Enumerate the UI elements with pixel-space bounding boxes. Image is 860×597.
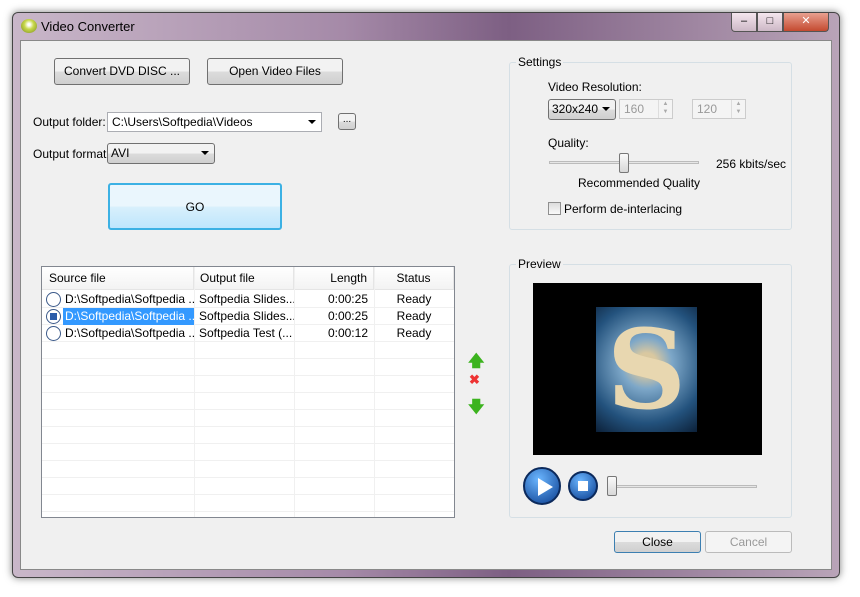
cell-length: 0:00:25 xyxy=(327,309,368,323)
spin-arrows-icon[interactable]: ▲ ▼ xyxy=(731,100,745,118)
cell-source: D:\Softpedia\Softpedia ... xyxy=(63,308,194,325)
play-icon xyxy=(538,478,553,496)
move-down-icon[interactable]: 🡇 xyxy=(468,396,484,423)
cell-output: Softpedia Slides... xyxy=(199,309,294,323)
cell-status: Ready xyxy=(396,326,432,340)
cell-output: Softpedia Slides... xyxy=(199,292,294,306)
cell-status: Ready xyxy=(396,309,432,323)
table-row[interactable] xyxy=(42,342,454,359)
window-title: Video Converter xyxy=(41,19,135,34)
table-row[interactable] xyxy=(42,444,454,461)
settings-title: Settings xyxy=(516,55,564,69)
column-status[interactable]: Status xyxy=(374,267,454,290)
chevron-down-icon xyxy=(201,151,209,155)
height-spinner[interactable]: 120 ▲ ▼ xyxy=(692,99,746,119)
deinterlace-checkbox[interactable] xyxy=(548,202,561,215)
row-radio[interactable] xyxy=(46,309,61,324)
preview-title: Preview xyxy=(516,257,563,271)
output-format-value: AVI xyxy=(111,146,130,160)
cell-length: 0:00:12 xyxy=(327,326,368,340)
table-row[interactable] xyxy=(42,393,454,410)
output-format-select[interactable]: AVI xyxy=(107,143,215,164)
cell-status: Ready xyxy=(396,292,432,306)
close-window-button[interactable]: ✕ xyxy=(783,13,829,32)
deinterlace-label: Perform de-interlacing xyxy=(564,202,683,216)
quality-label: Quality: xyxy=(548,136,589,150)
preview-screen: S xyxy=(533,283,762,455)
column-output-file[interactable]: Output file xyxy=(194,267,294,290)
table-row[interactable] xyxy=(42,359,454,376)
stop-button[interactable] xyxy=(568,471,598,501)
width-value: 160 xyxy=(624,102,645,116)
cell-source: D:\Softpedia\Softpedia ... xyxy=(65,326,194,340)
open-video-files-button[interactable]: Open Video Files xyxy=(207,58,343,85)
resolution-value: 320x240 xyxy=(552,102,599,116)
quality-value: 256 kbits/sec xyxy=(716,157,787,171)
cell-source: D:\Softpedia\Softpedia ... xyxy=(65,292,194,306)
row-radio[interactable] xyxy=(46,292,61,307)
seek-slider-track[interactable] xyxy=(607,485,757,488)
app-icon xyxy=(21,19,37,33)
table-row[interactable]: D:\Softpedia\Softpedia ... Softpedia Slid… xyxy=(42,291,454,308)
table-row[interactable] xyxy=(42,410,454,427)
chevron-down-icon xyxy=(308,120,316,124)
convert-dvd-button[interactable]: Convert DVD DISC ... xyxy=(54,58,190,85)
table-row[interactable] xyxy=(42,495,454,512)
play-button[interactable] xyxy=(523,467,561,505)
width-spinner[interactable]: 160 ▲ ▼ xyxy=(619,99,673,119)
go-button[interactable]: GO xyxy=(108,183,282,230)
table-header: Source file Output file Length Status xyxy=(42,267,454,290)
spin-arrows-icon[interactable]: ▲ ▼ xyxy=(658,100,672,118)
maximize-button[interactable]: □ xyxy=(757,13,783,32)
table-row[interactable] xyxy=(42,461,454,478)
output-folder-value: C:\Users\Softpedia\Videos xyxy=(112,115,253,129)
quality-hint: Recommended Quality xyxy=(578,176,701,190)
resolution-select[interactable]: 320x240 xyxy=(548,99,616,120)
remove-icon[interactable]: ✖ xyxy=(469,372,480,388)
cell-output: Softpedia Test (... xyxy=(199,326,293,340)
table-row[interactable] xyxy=(42,427,454,444)
output-folder-label: Output folder: xyxy=(33,115,106,129)
table-row[interactable] xyxy=(42,376,454,393)
minimize-button[interactable]: – xyxy=(731,13,757,32)
height-value: 120 xyxy=(697,102,718,116)
column-source-file[interactable]: Source file xyxy=(42,267,194,290)
preview-image: S xyxy=(596,307,697,432)
column-length[interactable]: Length xyxy=(294,267,374,290)
file-table: Source file Output file Length Status D:… xyxy=(41,266,455,518)
output-folder-input[interactable]: C:\Users\Softpedia\Videos xyxy=(107,112,322,132)
table-row[interactable]: D:\Softpedia\Softpedia ... Softpedia Slid… xyxy=(42,308,454,325)
seek-slider-thumb[interactable] xyxy=(607,476,617,496)
quality-slider-thumb[interactable] xyxy=(619,153,629,173)
video-resolution-label: Video Resolution: xyxy=(548,80,642,94)
row-radio[interactable] xyxy=(46,326,61,341)
close-button[interactable]: Close xyxy=(614,531,701,553)
table-row[interactable] xyxy=(42,478,454,495)
stop-icon xyxy=(578,481,588,491)
chevron-down-icon xyxy=(602,107,610,111)
cell-length: 0:00:25 xyxy=(327,292,368,306)
table-row[interactable]: D:\Softpedia\Softpedia ... Softpedia Test… xyxy=(42,325,454,342)
browse-button[interactable]: ... xyxy=(338,113,356,130)
cancel-button[interactable]: Cancel xyxy=(705,531,792,553)
output-format-label: Output format: xyxy=(33,147,110,161)
